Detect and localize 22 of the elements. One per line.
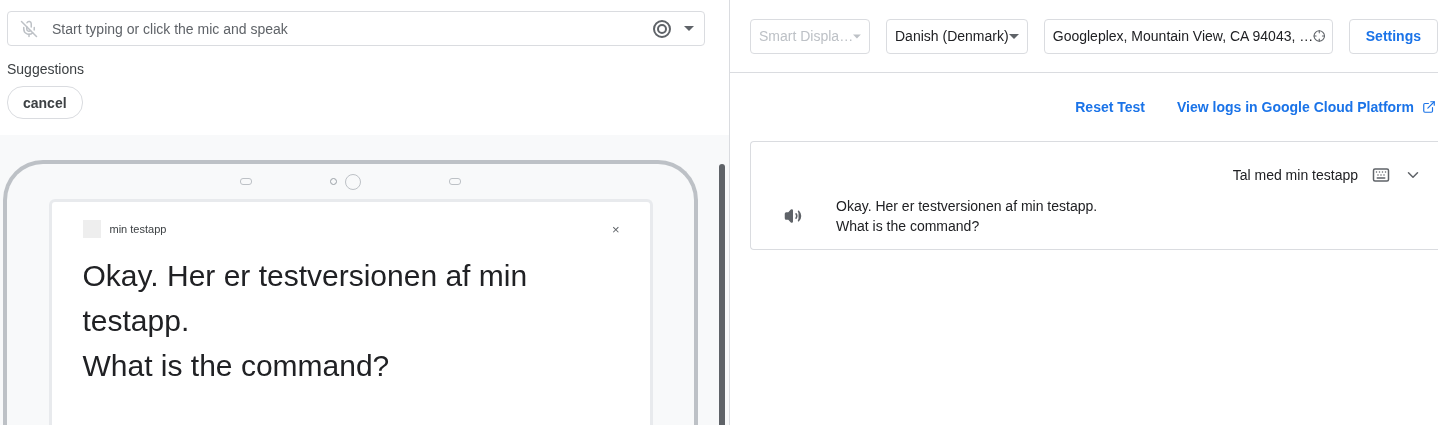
suggestions-label: Suggestions: [7, 61, 86, 77]
location-field[interactable]: Googleplex, Mountain View, CA 94043, …: [1043, 18, 1333, 54]
response-text: Okay. Her er testversionen af min testapp. What is the command?: [82, 258, 529, 384]
app-name: min testapp: [109, 223, 168, 235]
scrollbar[interactable]: [719, 164, 725, 425]
user-query: Tal med min testapp: [1232, 167, 1358, 183]
query-bar[interactable]: Start typing or click the mic and speak: [7, 11, 705, 46]
suggestion-chip[interactable]: cancel: [7, 86, 83, 119]
radar-icon[interactable]: [652, 18, 672, 39]
caret-icon[interactable]: [1008, 33, 1019, 39]
speaker-icon[interactable]: [784, 207, 802, 225]
dropdown[interactable]: Danish (Denmark): [886, 18, 1028, 54]
keyboard-icon: [1372, 166, 1390, 184]
sensor-icon: [449, 178, 461, 185]
sensor-icon: [240, 178, 252, 185]
link[interactable]: Reset Test: [1075, 99, 1145, 115]
link[interactable]: View logs in Google Cloud Platform: [1177, 99, 1436, 115]
external-link-icon: [1422, 100, 1436, 114]
settings-button[interactable]: Settings: [1348, 18, 1438, 54]
response-text: Okay. Her er testversionen af min testapp. What is the command?: [836, 197, 1098, 236]
close-button[interactable]: ×: [611, 221, 620, 237]
caret-icon[interactable]: [684, 26, 694, 31]
